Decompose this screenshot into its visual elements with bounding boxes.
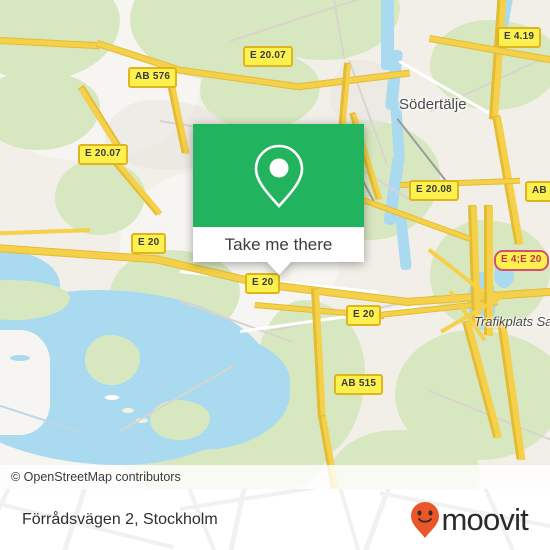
map-highway-shield: E 4.19 <box>497 27 542 48</box>
map-highway-shield: E 20 <box>245 273 281 294</box>
map-highway-shield: E 20 <box>131 233 167 254</box>
callout-label: Take me there <box>224 234 333 254</box>
map-highway-shield: E 20.07 <box>243 46 293 67</box>
take-me-there-callout[interactable]: Take me there <box>193 124 364 275</box>
callout-tail <box>266 262 291 275</box>
footer-bar: Förrådsvägen 2, Stockholm moovit <box>0 489 550 550</box>
map-highway-shield: AB 515 <box>334 374 384 395</box>
map-city-label: Södertälje <box>399 96 467 113</box>
map-pin-icon <box>254 144 303 208</box>
map-canvas[interactable]: Södertälje Trafikplats Sa E 4.19 E 20.07 A… <box>0 0 550 489</box>
map-poi-label: Trafikplats Sa <box>474 314 550 329</box>
map-islet <box>105 395 119 400</box>
map-highway-shield: AB 576 <box>128 67 178 88</box>
callout-label-panel[interactable]: Take me there <box>193 227 364 262</box>
moovit-logo[interactable]: moovit <box>410 501 529 539</box>
map-attribution: © OpenStreetMap contributors <box>0 465 550 489</box>
address-label: Förrådsvägen 2, Stockholm <box>22 510 218 528</box>
map-highway-shield: AB 5 <box>525 181 550 202</box>
moovit-pin-smile-icon <box>411 501 440 538</box>
map-highway-shield: E 20.08 <box>409 180 459 201</box>
map-highway-shield: E 20.07 <box>78 144 128 165</box>
map-islet <box>10 355 30 361</box>
footer-content: Förrådsvägen 2, Stockholm moovit <box>0 489 550 550</box>
map-highway <box>0 228 91 236</box>
map-highway-shield: E 20 <box>346 305 382 326</box>
attribution-text: © OpenStreetMap contributors <box>11 470 181 484</box>
screenshot-root: Södertälje Trafikplats Sa E 4.19 E 20.07 A… <box>0 0 550 550</box>
callout-icon-panel <box>193 124 364 227</box>
map-islet <box>122 408 134 413</box>
map-highway-shield: E 4;E 20 <box>494 250 549 271</box>
moovit-wordmark: moovit <box>441 502 528 537</box>
